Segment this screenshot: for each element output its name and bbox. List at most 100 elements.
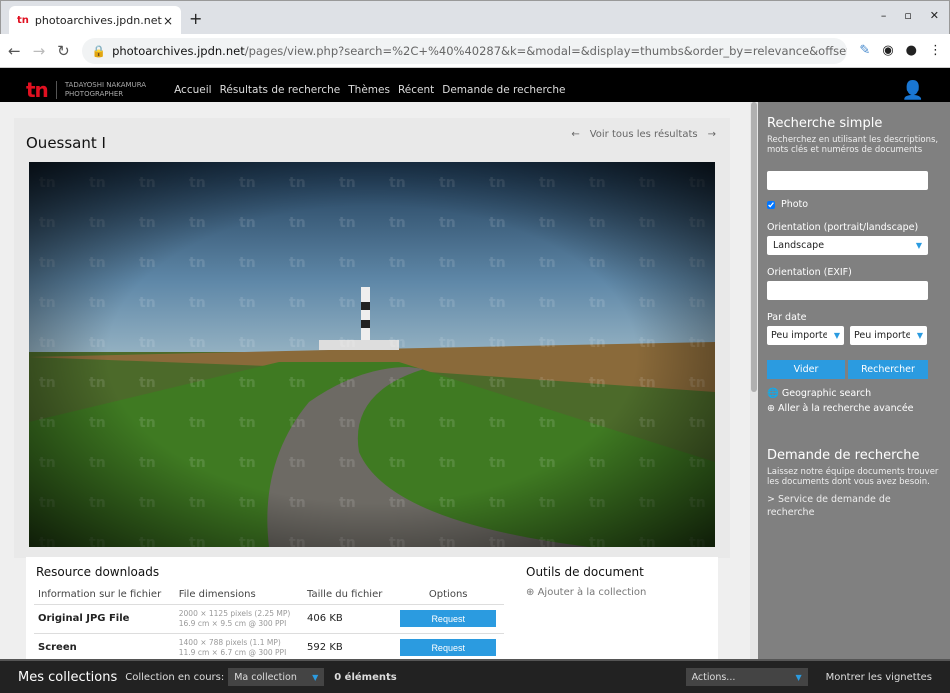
add-to-collection-label: Ajouter à la collection <box>537 587 647 598</box>
date-from-select[interactable]: Peu importe ▼ <box>767 326 844 345</box>
document-tools: Outils de document ⊕ Ajouter à la collec… <box>526 565 646 598</box>
search-sidebar: Recherche simple Recherchez en utilisant… <box>758 102 950 659</box>
photo-label: Photo <box>781 199 809 210</box>
request-button[interactable]: Request <box>400 639 497 656</box>
view-all-results-link[interactable]: Voir tous les résultats <box>590 129 698 140</box>
downloads-table: Information sur le fichier File dimension… <box>34 585 504 659</box>
nav-accueil[interactable]: Accueil <box>174 84 212 96</box>
orientation-label: Orientation (portrait/landscape) <box>767 222 919 233</box>
downloads-title: Resource downloads <box>36 565 160 579</box>
nav-demande[interactable]: Demande de recherche <box>442 84 565 96</box>
nav-themes[interactable]: Thèmes <box>348 84 390 96</box>
minimize-icon[interactable]: – <box>881 9 887 22</box>
date-label: Par date <box>767 312 807 323</box>
orientation-select[interactable]: Landscape ▼ <box>767 236 928 255</box>
current-collection-label: Collection en cours: <box>125 671 225 683</box>
chevron-down-icon: ▼ <box>915 241 922 250</box>
exif-input[interactable] <box>767 281 928 300</box>
brand-name: TADAYOSHI NAKAMURA <box>64 81 147 89</box>
item-count: 0 éléments <box>334 671 397 683</box>
url-host: photoarchives.jpdn.net <box>112 43 245 58</box>
table-row: Screen 1400 × 788 pixels (1.1 MP) 11.9 cm … <box>34 633 504 659</box>
file-size: 406 KB <box>303 604 393 634</box>
col-header: Information sur le fichier <box>34 585 175 605</box>
back-icon[interactable]: ← <box>8 42 21 60</box>
close-window-icon[interactable]: ✕ <box>930 9 939 22</box>
site-logo[interactable]: tn <box>26 78 49 102</box>
chevron-down-icon: ▼ <box>833 331 840 340</box>
request-service-link[interactable]: > Service de demande de recherche <box>767 493 941 519</box>
nav-resultats[interactable]: Résultats de recherche <box>220 84 341 96</box>
brand-sub: PHOTOGRAPHER <box>64 90 124 98</box>
advanced-label: Aller à la recherche avancée <box>778 403 914 414</box>
show-thumbnails-link[interactable]: Montrer les vignettes <box>826 672 932 683</box>
geo-label: Geographic search <box>781 388 872 399</box>
file-dims: 2000 × 1125 pixels (2.25 MP) <box>178 608 291 618</box>
date-from-value: Peu importe <box>771 330 827 341</box>
menu-icon[interactable]: ⋮ <box>929 43 942 58</box>
request-button[interactable]: Request <box>400 610 497 627</box>
file-print-size: 11.9 cm × 6.7 cm @ 300 PPI <box>178 647 287 657</box>
lock-icon: 🔒 <box>91 43 107 58</box>
page-scrollbar[interactable] <box>750 102 758 659</box>
tools-title: Outils de document <box>526 565 644 579</box>
collections-bar: Mes collections Collection en cours: Ma … <box>0 659 950 693</box>
col-header: Taille du fichier <box>303 585 393 605</box>
exif-label: Orientation (EXIF) <box>767 267 852 278</box>
clear-button[interactable]: Vider <box>767 360 845 379</box>
nav-recent[interactable]: Récent <box>398 84 434 96</box>
simple-search-desc: Recherchez en utilisant les descriptions… <box>767 135 939 155</box>
resource-downloads-panel: Resource downloads Information sur le fi… <box>26 557 718 659</box>
request-desc: Laissez notre équipe documents trouver l… <box>767 467 939 487</box>
reload-icon[interactable]: ↻ <box>57 42 70 60</box>
file-size: 592 KB <box>303 633 393 659</box>
collection-value: Ma collection <box>234 671 297 683</box>
file-name: Screen <box>34 633 175 659</box>
collections-title[interactable]: Mes collections <box>18 670 117 685</box>
scrollbar-thumb[interactable] <box>751 102 757 392</box>
page-title: Ouessant I <box>26 134 106 152</box>
actions-value: Actions... <box>691 671 736 683</box>
col-header: Options <box>392 585 504 605</box>
main-content: Ouessant I ←Voir tous les résultats→ tn … <box>0 102 750 659</box>
file-print-size: 16.9 cm × 9.5 cm @ 300 PPI <box>178 618 287 628</box>
browser-tab[interactable]: tn photoarchives.jpdn.net × <box>9 6 181 35</box>
col-header: File dimensions <box>174 585 304 605</box>
previous-icon[interactable]: ← <box>571 129 579 140</box>
photo-checkbox[interactable] <box>767 200 775 209</box>
resource-preview-image[interactable]: tn <box>29 162 715 547</box>
resource-card: Ouessant I ← Voir tous les résultats → tn <box>14 118 730 558</box>
chevron-down-icon: ▼ <box>795 672 802 682</box>
chevron-down-icon: ▼ <box>916 331 923 340</box>
date-to-select[interactable]: Peu importe ▼ <box>850 326 927 345</box>
date-to-value: Peu importe <box>854 330 910 341</box>
file-name: Original JPG File <box>34 604 175 634</box>
plus-circle-icon: ⊕ <box>526 587 535 598</box>
advanced-search-link[interactable]: ⊕ Aller à la recherche avancée <box>767 403 941 414</box>
user-icon[interactable]: 👤 <box>902 80 924 101</box>
url-field[interactable]: 🔒 photoarchives.jpdn.net/pages/view.php?s… <box>81 37 848 64</box>
geographic-search-link[interactable]: 🌐 Geographic search <box>767 388 941 399</box>
search-input[interactable] <box>767 171 928 190</box>
globe-icon: 🌐 <box>767 388 779 399</box>
address-bar-row: ← → ↻ 🔒 photoarchives.jpdn.net/pages/view… <box>0 34 950 68</box>
profile-icon[interactable]: ● <box>906 43 917 58</box>
search-button[interactable]: Rechercher <box>848 360 928 379</box>
maximize-icon[interactable]: ▫ <box>904 9 911 22</box>
simple-search-title: Recherche simple <box>767 116 883 131</box>
collection-select[interactable]: Ma collection ▼ <box>228 668 325 686</box>
next-icon[interactable]: → <box>708 129 716 140</box>
extension-icon[interactable]: ✎ <box>859 43 870 58</box>
browser-tabbar: tn photoarchives.jpdn.net × + – ▫ ✕ <box>0 0 950 35</box>
actions-select[interactable]: Actions... ▼ <box>685 668 808 686</box>
forward-icon[interactable]: → <box>33 42 46 60</box>
new-tab-button[interactable]: + <box>189 9 202 28</box>
url-path: /pages/view.php?search=%2C+%40%40287&k=&… <box>244 43 848 58</box>
favicon-icon: tn <box>17 15 29 26</box>
table-row: Original JPG File 2000 × 1125 pixels (2.2… <box>34 604 504 634</box>
add-to-collection-link[interactable]: ⊕ Ajouter à la collection <box>526 587 646 598</box>
request-title: Demande de recherche <box>767 448 920 463</box>
close-tab-icon[interactable]: × <box>163 14 173 28</box>
extension-icon-2[interactable]: ◉ <box>882 43 893 58</box>
tab-title: photoarchives.jpdn.net <box>34 14 162 27</box>
